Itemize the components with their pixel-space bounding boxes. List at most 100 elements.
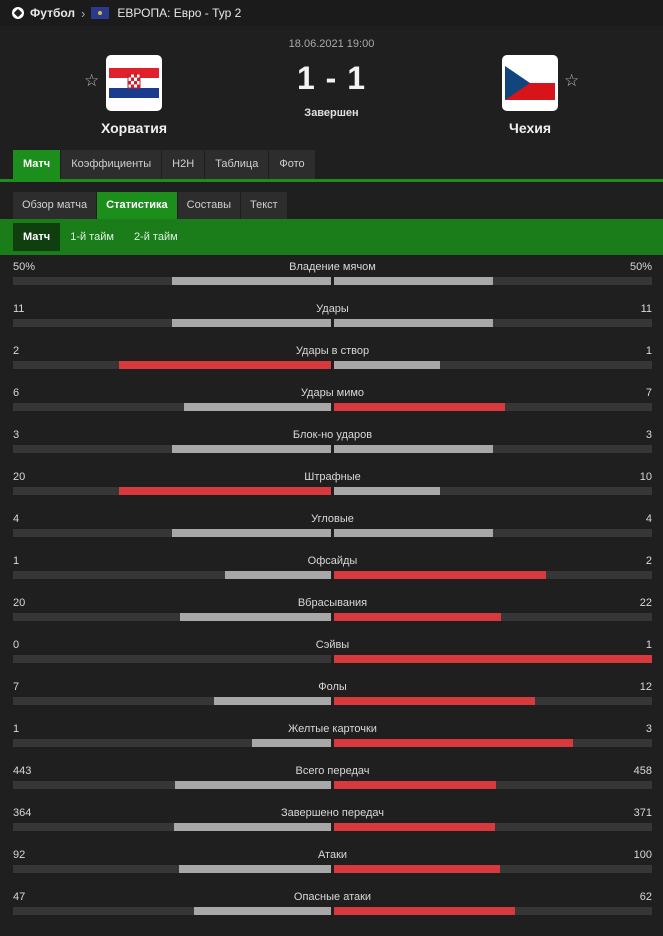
stat-away-value: 3 [645, 723, 652, 735]
tab-h2h[interactable]: H2H [162, 150, 205, 179]
match-header: 18.06.2021 19:00 ☆ Хорватия 1 - 1 Заверш… [0, 26, 663, 150]
stat-row: 7 Фолы 12 [13, 675, 652, 717]
stat-away-bar-fill [334, 361, 440, 369]
stat-away-bar-fill [334, 277, 493, 285]
stat-label: Опасные атаки [293, 891, 372, 903]
tab-period-second-half[interactable]: 2-й тайм [124, 223, 188, 251]
stat-label: Удары мимо [300, 387, 365, 399]
match-date: 18.06.2021 19:00 [288, 38, 375, 50]
stat-label: Удары [316, 303, 349, 315]
stat-away-bar [334, 655, 652, 663]
stat-away-value: 7 [645, 387, 652, 399]
stat-away-bar [334, 445, 652, 453]
stat-away-bar [334, 277, 652, 285]
stat-home-bar-fill [119, 361, 331, 369]
stat-label: Вбрасывания [297, 597, 368, 609]
main-tabs: Матч Коэффициенты H2H Таблица Фото [0, 150, 663, 182]
home-team-name[interactable]: Хорватия [74, 120, 194, 136]
stat-label: Всего передач [295, 765, 370, 777]
stat-away-bar-fill [334, 823, 495, 831]
away-team-name[interactable]: Чехия [470, 120, 590, 136]
stat-label: Штрафные [304, 471, 361, 483]
tab-photo[interactable]: Фото [269, 150, 315, 179]
stat-away-bar-fill [334, 319, 493, 327]
stat-label: Удары в створ [295, 345, 370, 357]
chevron-right-icon: › [81, 5, 86, 21]
breadcrumb-sport-link[interactable]: Футбол [30, 6, 75, 20]
stat-away-bar-fill [334, 529, 493, 537]
stat-away-bar [334, 907, 652, 915]
stat-away-value: 50% [629, 261, 652, 273]
tab-odds[interactable]: Коэффициенты [61, 150, 162, 179]
stat-away-value: 22 [639, 597, 652, 609]
stat-label: Офсайды [307, 555, 358, 567]
tab-overview[interactable]: Обзор матча [13, 192, 97, 219]
stat-label: Сэйвы [315, 639, 350, 651]
stat-label: Владение мячом [289, 261, 376, 273]
favorite-star-icon-away[interactable]: ☆ [564, 71, 579, 91]
czech-flag-icon [502, 55, 558, 111]
stat-home-bar [13, 823, 331, 831]
stat-row: 11 Удары 11 [13, 297, 652, 339]
tab-period-match[interactable]: Матч [13, 223, 61, 251]
stat-away-bar-fill [334, 403, 506, 411]
breadcrumb: Футбол › ЕВРОПА: Евро - Тур 2 [0, 0, 663, 26]
stat-away-value: 371 [633, 807, 652, 819]
stat-home-bar [13, 781, 331, 789]
stat-away-value: 10 [639, 471, 652, 483]
stat-label: Атаки [317, 849, 348, 861]
stat-home-bar-fill [251, 739, 331, 747]
stat-home-bar-fill [178, 865, 331, 873]
stat-away-bar [334, 697, 652, 705]
tab-period-first-half[interactable]: 1-й тайм [60, 223, 124, 251]
europe-flag-icon [91, 7, 110, 19]
stat-row: 364 Завершено передач 371 [13, 801, 652, 843]
stat-away-bar [334, 361, 652, 369]
stat-row: 6 Удары мимо 7 [13, 381, 652, 423]
tab-statistics[interactable]: Статистика [97, 192, 177, 219]
stat-home-bar [13, 403, 331, 411]
stat-home-bar [13, 445, 331, 453]
stat-home-bar-fill [173, 823, 331, 831]
stat-away-bar-fill [334, 613, 501, 621]
stat-row: 20 Вбрасывания 22 [13, 591, 652, 633]
stat-home-bar-fill [225, 571, 331, 579]
breadcrumb-competition-link[interactable]: ЕВРОПА: Евро - Тур 2 [117, 6, 241, 20]
stat-row: 20 Штрафные 10 [13, 465, 652, 507]
stat-label: Завершено передач [280, 807, 384, 819]
stat-away-bar [334, 739, 652, 747]
tab-text[interactable]: Текст [241, 192, 287, 219]
stat-home-bar-fill [119, 487, 331, 495]
tab-match[interactable]: Матч [13, 150, 61, 179]
tab-lineups[interactable]: Составы [177, 192, 240, 219]
stat-home-bar [13, 319, 331, 327]
away-team[interactable]: Чехия [470, 55, 590, 136]
stat-label: Желтые карточки [288, 723, 377, 735]
stat-row: 92 Атаки 100 [13, 843, 652, 885]
stat-away-value: 62 [639, 891, 652, 903]
stat-away-bar-fill [334, 781, 496, 789]
stat-away-value: 4 [645, 513, 652, 525]
stat-home-bar [13, 361, 331, 369]
stat-home-bar [13, 277, 331, 285]
stat-away-bar [334, 865, 652, 873]
stat-row: 4 Угловые 4 [13, 507, 652, 549]
stat-home-bar-fill [179, 613, 331, 621]
stat-home-bar [13, 907, 331, 915]
stat-home-bar [13, 487, 331, 495]
stat-away-bar [334, 571, 652, 579]
stat-away-bar [334, 529, 652, 537]
stat-away-bar [334, 403, 652, 411]
stat-row: 443 Всего передач 458 [13, 759, 652, 801]
stat-away-bar-fill [334, 445, 493, 453]
stat-away-bar-fill [334, 907, 515, 915]
stat-label: Блок-но ударов [292, 429, 373, 441]
stat-away-bar-fill [334, 865, 500, 873]
stat-away-bar [334, 613, 652, 621]
stat-away-bar [334, 487, 652, 495]
tab-standings[interactable]: Таблица [205, 150, 269, 179]
stat-away-bar-fill [334, 487, 440, 495]
stat-row: 3 Блок-но ударов 3 [13, 423, 652, 465]
stat-home-bar-fill [172, 445, 331, 453]
stat-away-bar [334, 823, 652, 831]
